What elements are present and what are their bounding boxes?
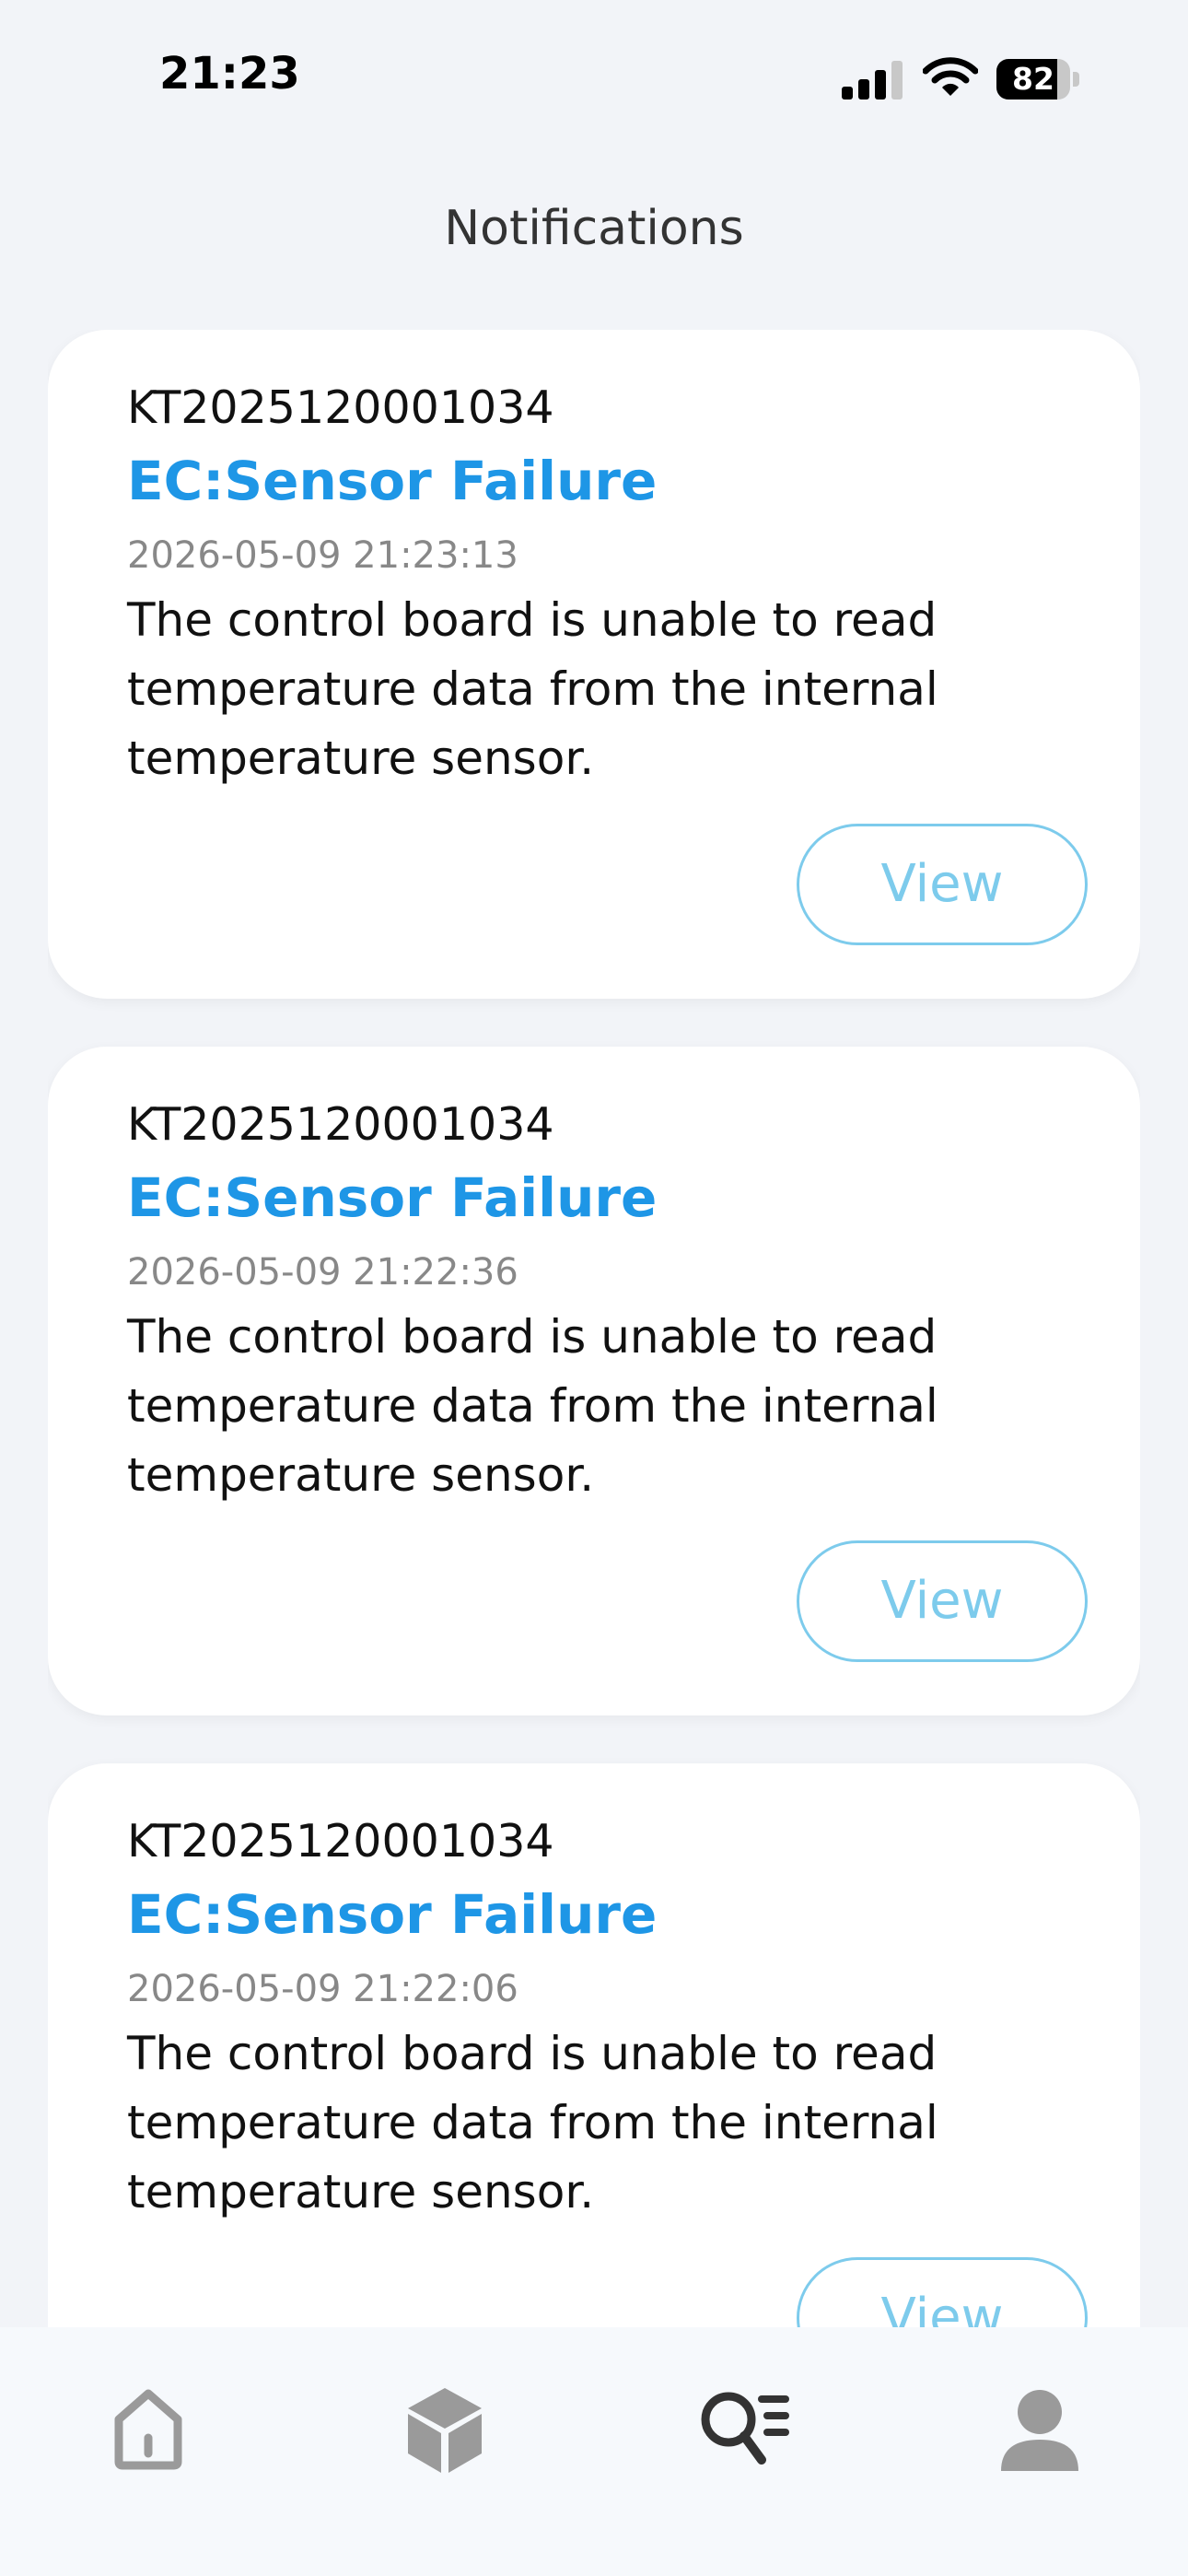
tab-notifications[interactable] <box>681 2364 809 2493</box>
notification-timestamp: 2026-05-09 21:23:13 <box>127 534 518 577</box>
notification-title: EC:Sensor Failure <box>127 1883 658 1946</box>
battery-icon: 82 <box>996 59 1085 100</box>
wifi-icon <box>922 57 979 98</box>
notification-title: EC:Sensor Failure <box>127 1166 658 1229</box>
device-serial: KT2025120001034 <box>127 1098 554 1151</box>
signal-icon <box>842 61 903 100</box>
notification-description: The control board is unable to read temp… <box>127 1310 938 1502</box>
box-icon <box>408 2388 482 2473</box>
tab-profile[interactable] <box>975 2364 1104 2493</box>
battery-level: 82 <box>1012 61 1054 97</box>
view-button[interactable]: View <box>797 824 1088 945</box>
notification-timestamp: 2026-05-09 21:22:36 <box>127 1251 518 1294</box>
notification-card[interactable]: KT2025120001034 EC:Sensor Failure 2026-0… <box>48 330 1140 999</box>
tab-devices[interactable] <box>380 2364 509 2493</box>
notification-card[interactable]: KT2025120001034 EC:Sensor Failure 2026-0… <box>48 1047 1140 1715</box>
status-time: 21:23 <box>159 48 300 100</box>
notification-list[interactable]: KT2025120001034 EC:Sensor Failure 2026-0… <box>48 330 1140 2327</box>
user-icon <box>1001 2390 1078 2471</box>
notification-timestamp: 2026-05-09 21:22:06 <box>127 1968 518 2010</box>
view-button[interactable]: View <box>797 2257 1088 2327</box>
page-title: Notifications <box>444 201 744 256</box>
tab-home[interactable] <box>84 2364 213 2493</box>
notification-description: The control board is unable to read temp… <box>127 2027 938 2219</box>
status-bar: 21:23 82 <box>0 0 1188 147</box>
search-list-icon <box>701 2392 789 2465</box>
device-serial: KT2025120001034 <box>127 381 554 434</box>
notification-card[interactable]: KT2025120001034 EC:Sensor Failure 2026-0… <box>48 1763 1140 2327</box>
home-icon <box>114 2389 182 2470</box>
tab-bar <box>0 2327 1188 2576</box>
view-button[interactable]: View <box>797 1540 1088 1662</box>
notification-description: The control board is unable to read temp… <box>127 593 938 785</box>
device-serial: KT2025120001034 <box>127 1815 554 1868</box>
notification-title: EC:Sensor Failure <box>127 450 658 512</box>
